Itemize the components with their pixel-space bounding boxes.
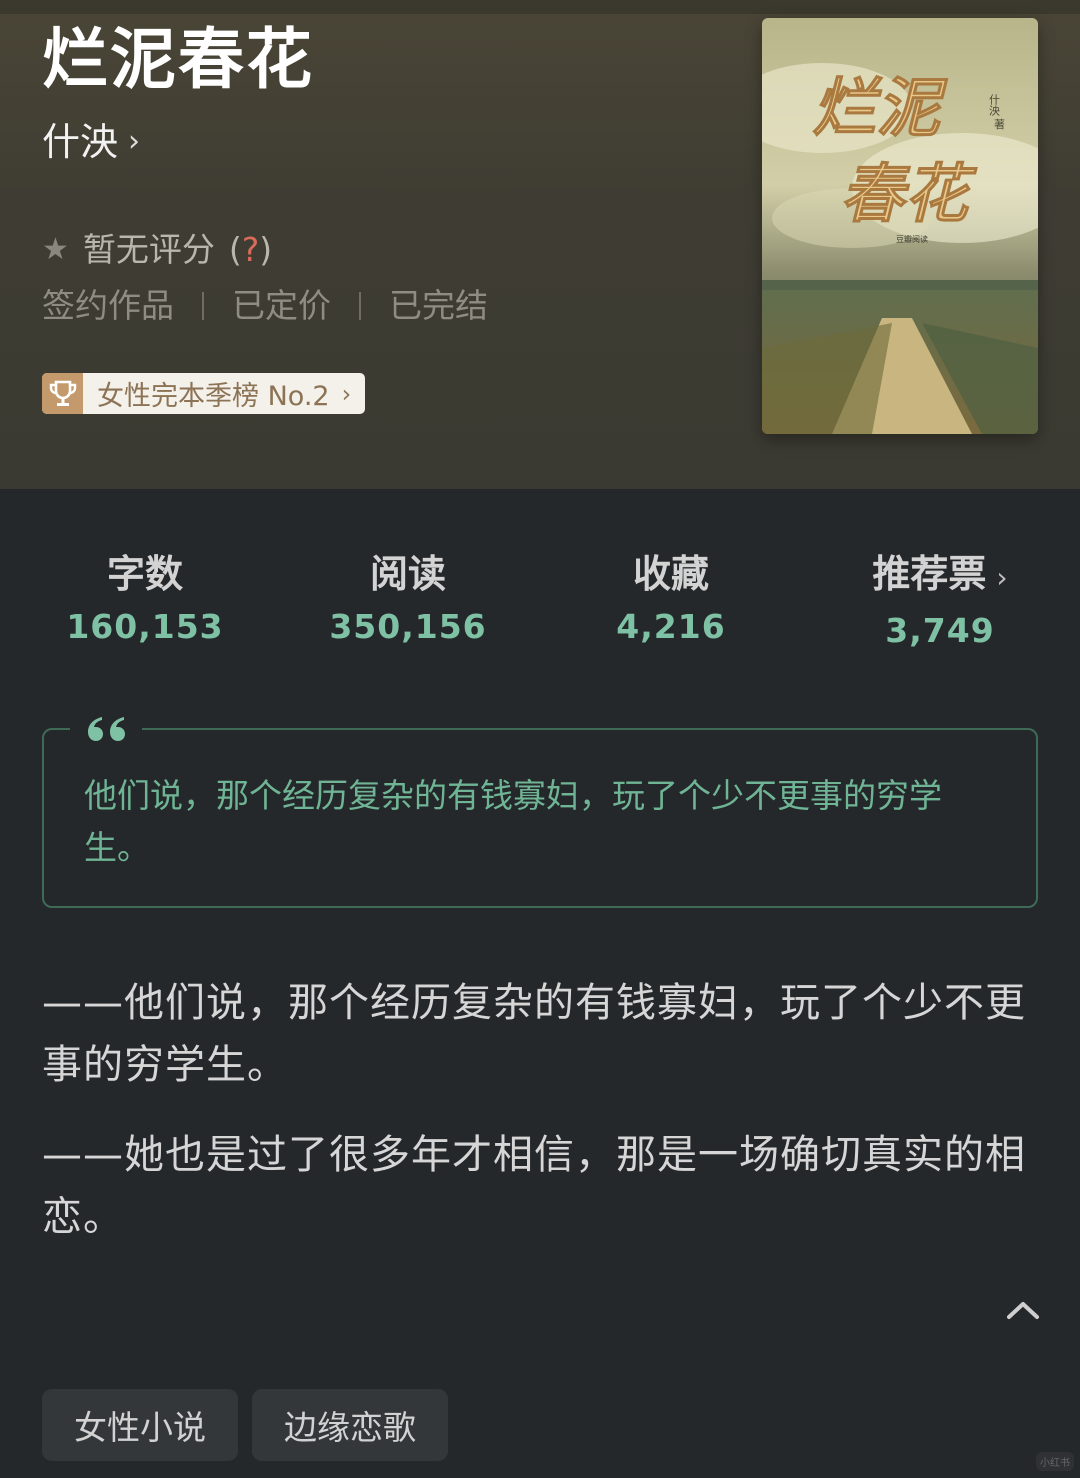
watermark: 小红书 bbox=[1036, 1452, 1074, 1471]
stat-value: 3,749 bbox=[885, 611, 995, 650]
stat-value: 350,156 bbox=[329, 607, 487, 646]
rank-badge[interactable]: 女性完本季榜 No.2 › bbox=[42, 373, 366, 414]
chevron-up-icon[interactable] bbox=[1000, 1290, 1046, 1330]
rating-help-button[interactable]: (?) bbox=[229, 226, 272, 274]
quote-mark-icon bbox=[70, 706, 142, 750]
stat-word-count: 字数 160,153 bbox=[25, 548, 265, 654]
book-meta: 签约作品 已定价 已完结 bbox=[42, 284, 488, 328]
stat-label: 阅读 bbox=[369, 552, 446, 596]
stat-label: 收藏 bbox=[632, 552, 709, 596]
meta-priced: 已定价 bbox=[232, 286, 331, 325]
quote-text: 他们说，那个经历复杂的有钱寡妇，玩了个少不更事的穷学生。 bbox=[84, 776, 942, 867]
cover-author-suffix: 著 bbox=[994, 117, 1005, 131]
chevron-right-icon: › bbox=[996, 561, 1008, 594]
stat-label: 字数 bbox=[106, 552, 183, 596]
star-icon: ★ bbox=[42, 232, 69, 267]
stat-value: 4,216 bbox=[616, 607, 726, 646]
chevron-right-icon: › bbox=[341, 379, 352, 408]
description-paragraph: ——她也是过了很多年才相信，那是一场确切真实的相恋。 bbox=[42, 1132, 1026, 1240]
genre-tag[interactable]: 边缘恋歌 bbox=[252, 1389, 448, 1461]
author-link[interactable]: 什泱 › bbox=[42, 118, 140, 166]
cover-title-line2: 春花 bbox=[840, 157, 978, 232]
stat-value: 160,153 bbox=[66, 607, 224, 646]
rating-row: ★ 暂无评分 (?) bbox=[42, 226, 272, 274]
rating-text: 暂无评分 bbox=[82, 230, 215, 269]
cover-author: 什泱 bbox=[988, 94, 1001, 117]
book-title: 烂泥春花 bbox=[42, 21, 314, 98]
stat-reads: 阅读 350,156 bbox=[288, 548, 528, 654]
rank-label: 女性完本季榜 No.2 bbox=[97, 381, 330, 412]
meta-finished: 已完结 bbox=[389, 286, 488, 325]
cover-title-line1: 烂泥 bbox=[812, 71, 948, 146]
genre-tag[interactable]: 女性小说 bbox=[42, 1389, 238, 1461]
stat-label: 推荐票 › bbox=[872, 552, 1008, 596]
divider bbox=[202, 292, 204, 320]
stats-bar: 字数 160,153 阅读 350,156 收藏 4,216 推荐票 › 3,74… bbox=[0, 548, 1080, 658]
stat-favorites: 收藏 4,216 bbox=[551, 548, 791, 654]
chevron-right-icon: › bbox=[128, 124, 141, 159]
book-cover[interactable]: 烂泥 春花 什泱 著 豆瓣阅读 bbox=[762, 18, 1038, 434]
stat-recommend-votes[interactable]: 推荐票 › 3,749 bbox=[820, 548, 1060, 658]
description-paragraph: ——他们说，那个经历复杂的有钱寡妇，玩了个少不更事的穷学生。 bbox=[42, 980, 1026, 1088]
divider bbox=[359, 292, 361, 320]
question-mark-icon: ? bbox=[241, 230, 260, 269]
trophy-icon bbox=[42, 373, 83, 414]
cover-publisher: 豆瓣阅读 bbox=[896, 234, 928, 244]
author-name: 什泱 bbox=[42, 120, 119, 164]
meta-signed: 签约作品 bbox=[42, 286, 174, 325]
